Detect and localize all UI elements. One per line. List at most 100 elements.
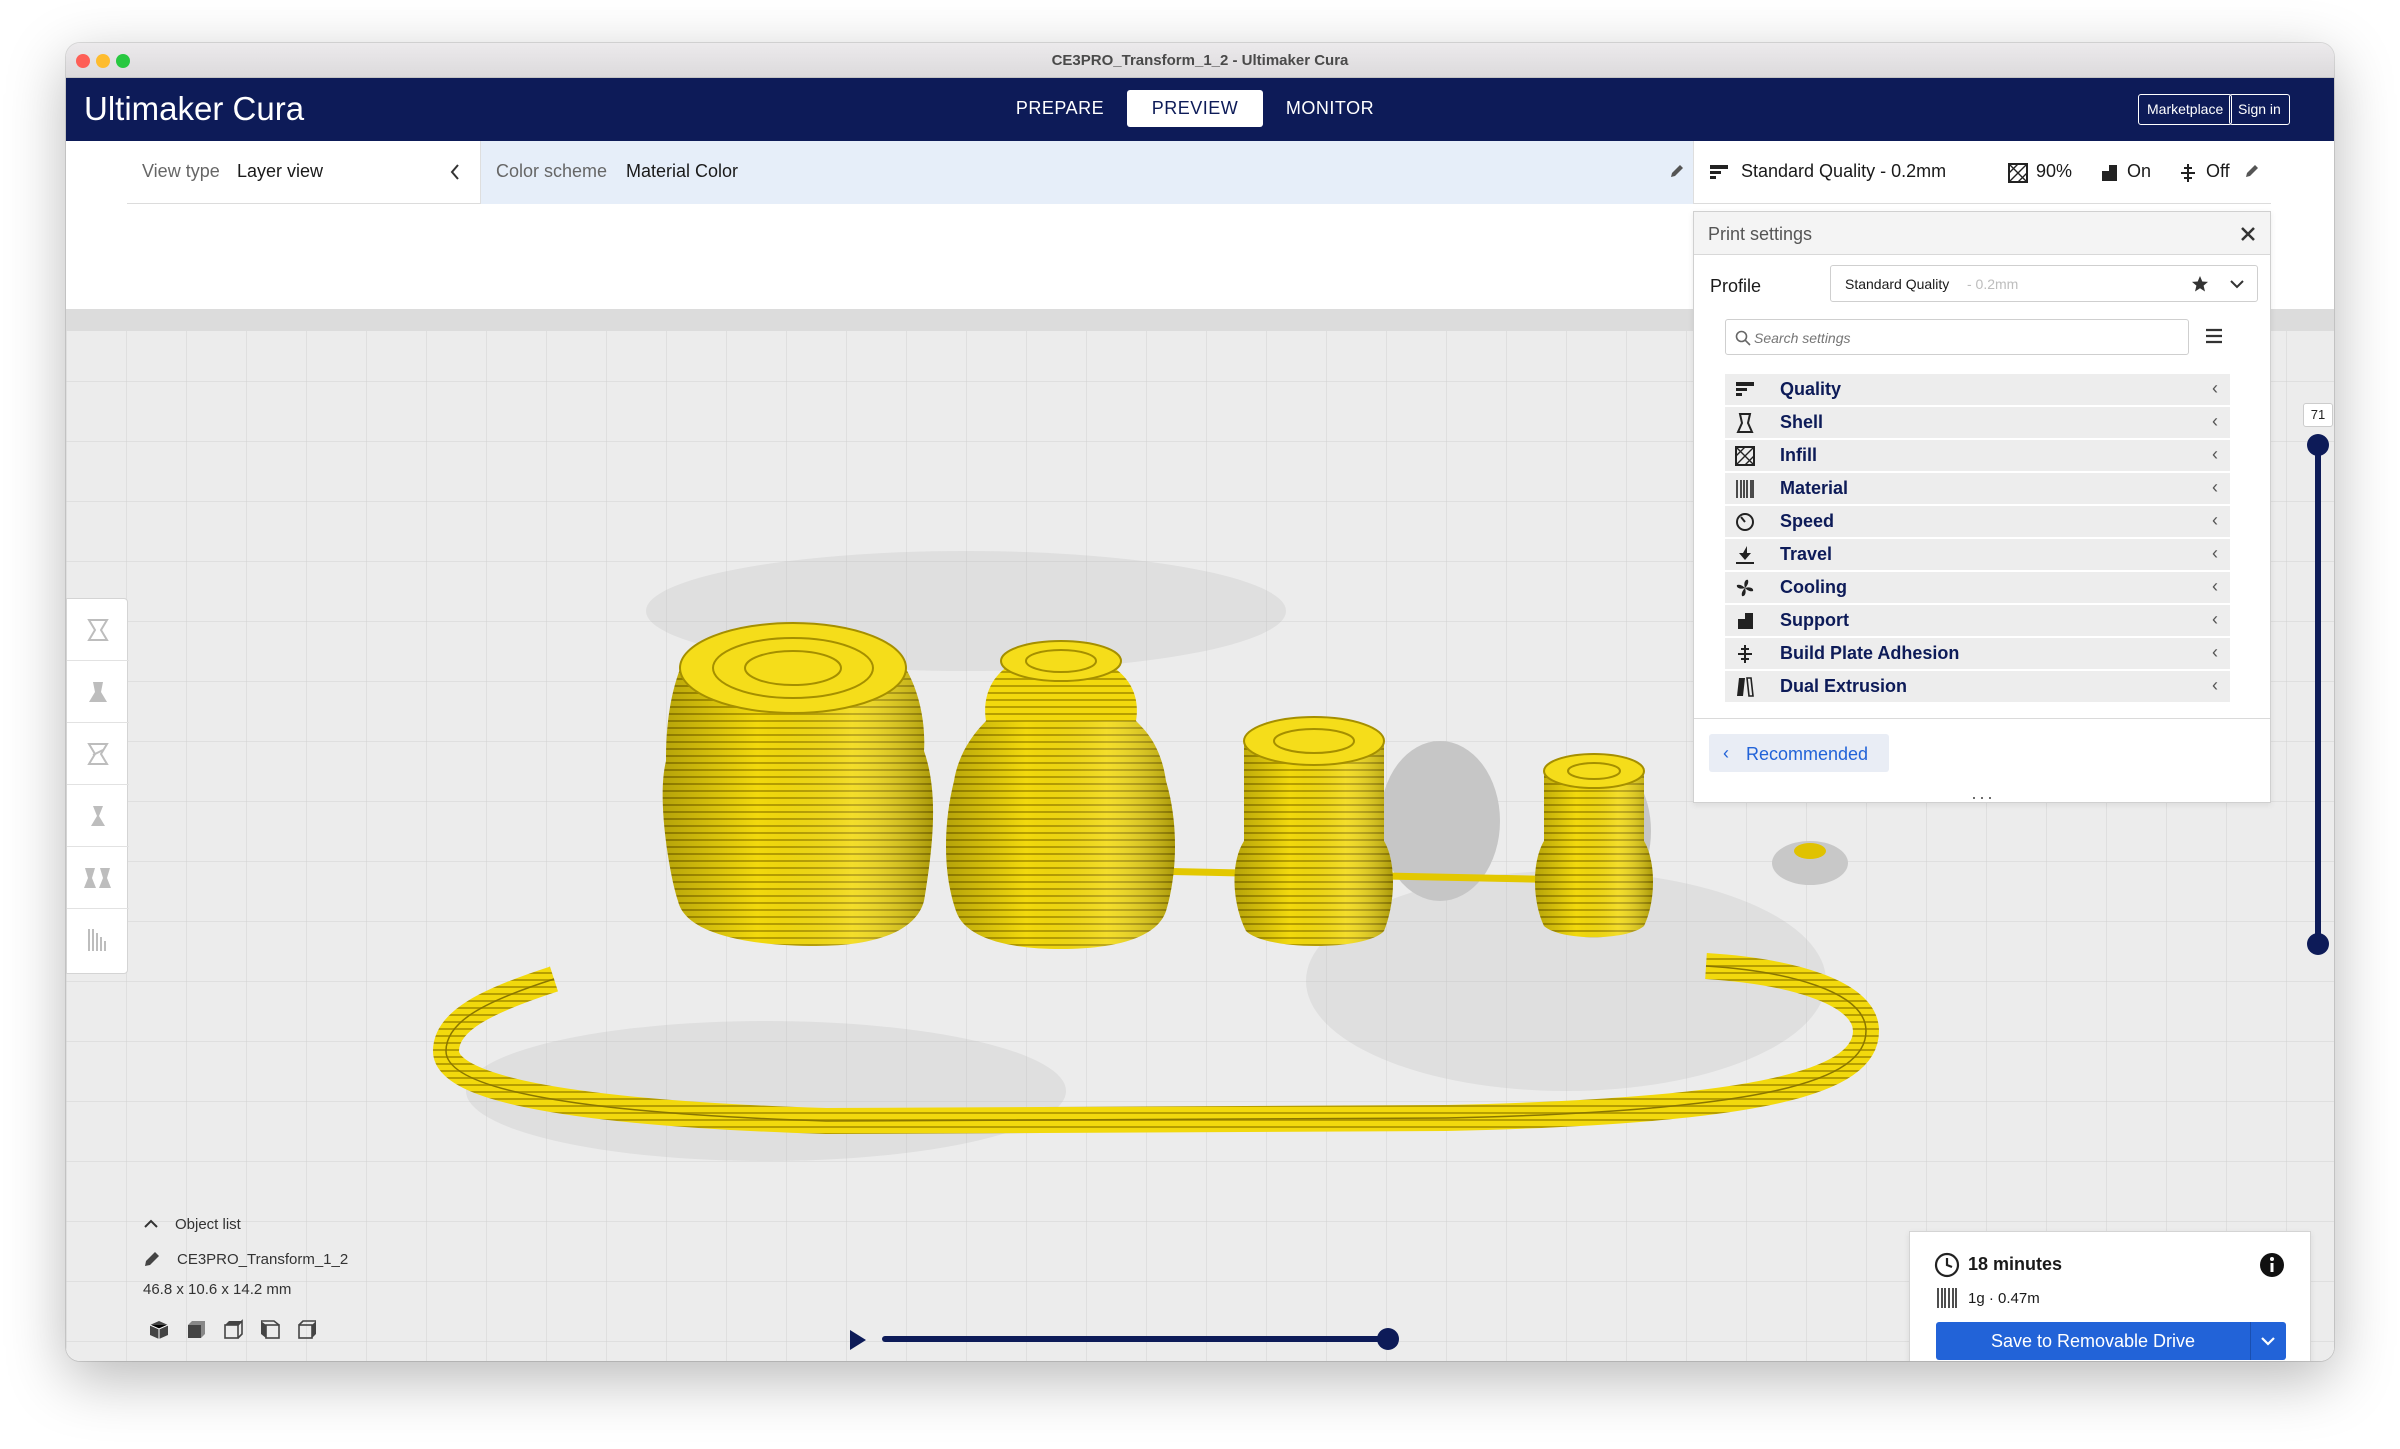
cooling-fan-icon bbox=[1736, 579, 1754, 597]
3d-view-icon[interactable] bbox=[148, 1319, 170, 1341]
print-settings-panel: Print settings Profile Standard Quality … bbox=[1693, 211, 2271, 807]
category-quality[interactable]: Quality ‹ bbox=[1725, 374, 2230, 405]
chevron-left-icon: ‹ bbox=[2212, 477, 2218, 497]
pencil-icon[interactable] bbox=[2244, 163, 2260, 179]
category-label: Dual Extrusion bbox=[1780, 676, 1908, 696]
category-label: Travel bbox=[1780, 544, 1833, 564]
print-estimate-panel: 18 minutes 1g · 0.47m Save to Removable … bbox=[1909, 1231, 2311, 1361]
print-setup-summary[interactable]: Standard Quality - 0.2mm 90% On Off bbox=[1694, 141, 2271, 204]
category-cooling[interactable]: Cooling ‹ bbox=[1725, 572, 2230, 603]
mirror-icon bbox=[91, 806, 105, 826]
simulation-progress-track[interactable] bbox=[882, 1336, 1388, 1342]
category-label: Build Plate Adhesion bbox=[1780, 643, 1960, 663]
layer-slider-track[interactable] bbox=[2315, 445, 2321, 945]
tab-prepare[interactable]: PREPARE bbox=[1000, 90, 1120, 127]
save-button-label: Save to Removable Drive bbox=[1990, 1331, 2196, 1351]
front-view-icon[interactable] bbox=[185, 1319, 207, 1341]
pencil-icon[interactable] bbox=[143, 1250, 161, 1268]
profile-name: Standard Quality bbox=[1845, 276, 1950, 292]
chevron-left-icon: ‹ bbox=[2212, 642, 2218, 662]
top-header-bar: Ultimaker Cura PREPARE PREVIEW MONITOR M… bbox=[66, 78, 2334, 141]
view-type-label: View type bbox=[142, 161, 220, 181]
support-blocker-icon bbox=[88, 929, 106, 951]
category-travel[interactable]: Travel ‹ bbox=[1725, 539, 2230, 570]
info-icon[interactable] bbox=[2259, 1252, 2285, 1278]
chevron-left-icon: ‹ bbox=[2212, 576, 2218, 596]
adhesion-icon bbox=[1738, 645, 1752, 663]
category-infill[interactable]: Infill ‹ bbox=[1725, 440, 2230, 471]
support-value: On bbox=[2127, 161, 2152, 181]
category-label: Shell bbox=[1780, 412, 1824, 432]
shell-icon bbox=[1736, 413, 1754, 433]
material-usage: 1g · 0.47m bbox=[1968, 1290, 2040, 1307]
infill-value: 90% bbox=[2036, 161, 2073, 181]
support-blocker-button[interactable] bbox=[67, 909, 129, 971]
mirror-tool-button[interactable] bbox=[67, 785, 129, 847]
app-window: CE3PRO_Transform_1_2 - Ultimaker Cura Ul… bbox=[66, 43, 2334, 1361]
recommended-label: Recommended bbox=[1746, 744, 1869, 764]
tab-monitor[interactable]: MONITOR bbox=[1270, 90, 1390, 127]
object-name[interactable]: CE3PRO_Transform_1_2 bbox=[177, 1251, 348, 1268]
recommended-button[interactable]: ‹ Recommended bbox=[1709, 734, 1889, 772]
object-dimensions: 46.8 x 10.6 x 14.2 mm bbox=[143, 1281, 292, 1298]
category-label: Speed bbox=[1780, 511, 1835, 531]
search-settings-field[interactable] bbox=[1725, 319, 2189, 355]
title-bar: CE3PRO_Transform_1_2 - Ultimaker Cura bbox=[66, 43, 2334, 78]
left-view-icon[interactable] bbox=[259, 1319, 281, 1341]
layer-slider-lower-handle[interactable] bbox=[2307, 933, 2329, 955]
search-input[interactable] bbox=[1754, 327, 2174, 349]
tool-sidebar bbox=[66, 598, 129, 974]
play-icon[interactable] bbox=[848, 1329, 868, 1351]
layer-slider-upper-handle[interactable] bbox=[2307, 434, 2329, 456]
print-settings-header: Print settings bbox=[1694, 212, 2270, 255]
infill-icon bbox=[2008, 163, 2028, 183]
tab-preview[interactable]: PREVIEW bbox=[1127, 90, 1263, 127]
profile-summary: Standard Quality - 0.2mm bbox=[1741, 161, 1947, 181]
close-icon[interactable] bbox=[2240, 226, 2256, 242]
rotate-icon bbox=[87, 743, 109, 765]
category-dual-extrusion[interactable]: Dual Extrusion ‹ bbox=[1725, 671, 2230, 702]
right-view-icon[interactable] bbox=[296, 1319, 318, 1341]
star-icon[interactable] bbox=[2191, 275, 2209, 293]
save-to-removable-drive-button[interactable]: Save to Removable Drive bbox=[1936, 1322, 2286, 1360]
marketplace-button[interactable]: Marketplace bbox=[2138, 94, 2233, 125]
app-logo: Ultimaker Cura bbox=[84, 90, 304, 128]
support-icon bbox=[1738, 613, 1753, 629]
print-time: 18 minutes bbox=[1968, 1254, 2063, 1274]
category-material[interactable]: Material ‹ bbox=[1725, 473, 2230, 504]
menu-icon[interactable] bbox=[2205, 328, 2223, 344]
chevron-left-icon: ‹ bbox=[2212, 675, 2218, 695]
logo-product: Cura bbox=[232, 90, 305, 127]
color-scheme-selector[interactable]: Color scheme Material Color bbox=[481, 141, 1694, 204]
view-type-selector[interactable]: View type Layer view bbox=[127, 141, 481, 204]
chevron-up-icon[interactable] bbox=[143, 1218, 159, 1230]
move-icon bbox=[87, 619, 109, 641]
chevron-left-icon: ‹ bbox=[2212, 609, 2218, 629]
category-label: Infill bbox=[1780, 445, 1817, 465]
color-scheme-label: Color scheme bbox=[496, 161, 608, 181]
logo-brand: Ultimaker bbox=[84, 90, 224, 127]
chevron-down-icon[interactable] bbox=[2260, 1335, 2276, 1347]
adhesion-icon bbox=[2181, 164, 2195, 182]
resize-handle[interactable]: ··· bbox=[1971, 787, 1995, 808]
scale-tool-button[interactable] bbox=[67, 661, 129, 723]
category-speed[interactable]: Speed ‹ bbox=[1725, 506, 2230, 537]
sign-in-button[interactable]: Sign in bbox=[2229, 94, 2290, 125]
profile-dropdown[interactable]: Standard Quality - 0.2mm bbox=[1830, 265, 2258, 302]
category-build-plate-adhesion[interactable]: Build Plate Adhesion ‹ bbox=[1725, 638, 2230, 669]
top-view-icon[interactable] bbox=[222, 1319, 244, 1341]
rotate-tool-button[interactable] bbox=[67, 723, 129, 785]
quality-icon bbox=[1736, 382, 1754, 396]
per-model-icon bbox=[84, 868, 111, 888]
panel-divider bbox=[1694, 718, 2270, 719]
chevron-down-icon bbox=[2230, 280, 2244, 289]
category-support[interactable]: Support ‹ bbox=[1725, 605, 2230, 636]
object-list-toggle[interactable]: Object list bbox=[175, 1216, 241, 1233]
chevron-left-icon: ‹ bbox=[2212, 411, 2218, 431]
category-shell[interactable]: Shell ‹ bbox=[1725, 407, 2230, 438]
layer-number-label[interactable]: 71 bbox=[2303, 403, 2333, 427]
simulation-progress-handle[interactable] bbox=[1377, 1328, 1399, 1350]
pencil-icon[interactable] bbox=[1669, 163, 1685, 179]
per-model-settings-button[interactable] bbox=[67, 847, 129, 909]
move-tool-button[interactable] bbox=[67, 599, 129, 661]
